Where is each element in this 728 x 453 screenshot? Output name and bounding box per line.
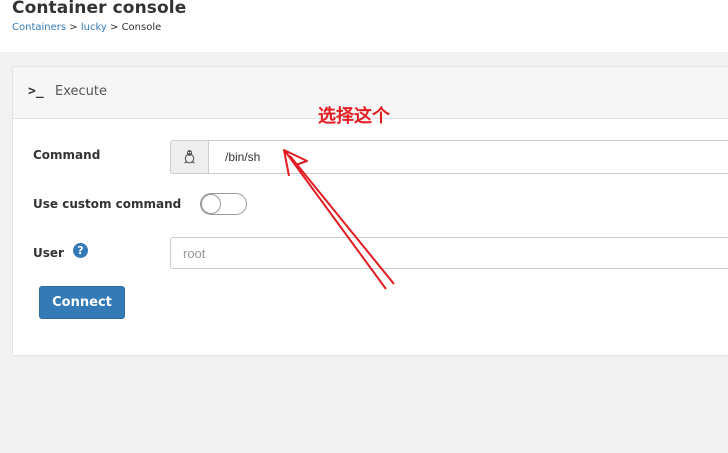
annotation-arrow-icon (283, 149, 395, 290)
